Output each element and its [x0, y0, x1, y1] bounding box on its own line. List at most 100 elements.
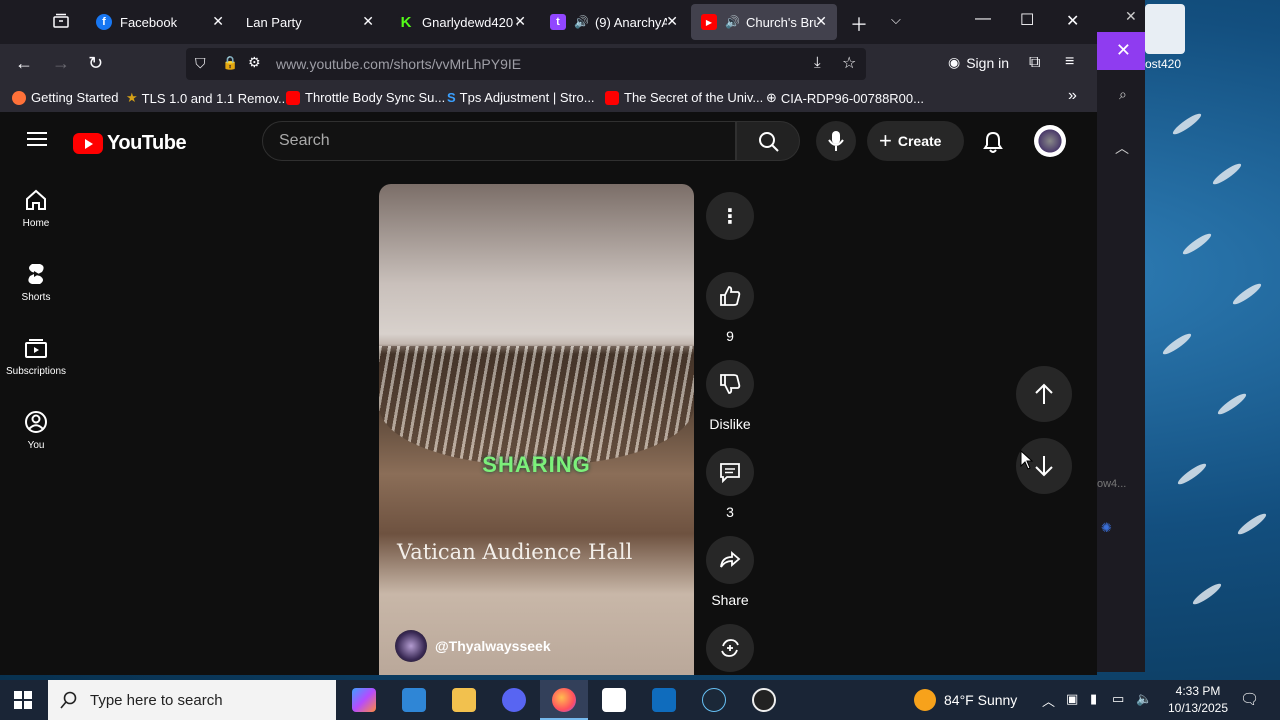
more-bookmarks-icon[interactable]: »	[1068, 87, 1077, 105]
twitch-icon: t	[550, 14, 566, 30]
list-tabs-icon[interactable]: ⌵	[891, 12, 901, 28]
close-tab-icon[interactable]: ✕	[362, 13, 374, 30]
bookmark-label: Getting Started	[31, 90, 119, 105]
dislike-button[interactable]: Dislike	[706, 360, 754, 432]
desktop-shortcut-icon[interactable]	[1145, 4, 1185, 54]
taskbar-search[interactable]	[48, 680, 336, 720]
more-actions-button[interactable]: ⋮	[706, 192, 754, 240]
sidebar-item-shorts[interactable]: Shorts	[0, 262, 72, 303]
bookmark-throttle[interactable]: Throttle Body Sync Su...	[286, 90, 445, 105]
clock[interactable]: 4:33 PM 10/13/2025	[1162, 684, 1234, 715]
sidebar-item-subscriptions[interactable]: Subscriptions	[0, 336, 72, 377]
shield-icon[interactable]: ⛉	[195, 55, 206, 72]
search-box	[262, 121, 736, 161]
network-icon[interactable]: ▭	[1112, 691, 1124, 707]
taskbar-search-input[interactable]	[90, 691, 289, 709]
create-button[interactable]: + Create	[867, 121, 964, 161]
extensions-icon[interactable]: ⧉	[1029, 54, 1040, 72]
search-input[interactable]	[263, 122, 735, 160]
arrow-down-icon	[1035, 456, 1053, 477]
menu-icon[interactable]: ≡	[1065, 53, 1074, 71]
forward-icon[interactable]: →	[52, 53, 70, 74]
facebook-icon: f	[96, 14, 112, 30]
sidebar-item-you[interactable]: You	[0, 410, 72, 451]
channel-link[interactable]: @Thyalwaysseek	[395, 630, 551, 662]
firefox-window: f Facebook ✕ Lan Party ✕ K Gnarlydewd420…	[0, 0, 1097, 675]
steam-icon[interactable]	[702, 688, 726, 712]
tab-youtube-active[interactable]: ▶ 🔊 Church's Brut ✕	[691, 4, 837, 40]
tab-lan-party[interactable]: Lan Party ✕	[236, 4, 384, 40]
guide-menu-icon[interactable]	[27, 130, 47, 153]
sidebar-item-home[interactable]: Home	[0, 188, 72, 229]
comments-button[interactable]: 3	[706, 448, 754, 520]
youtube-logo[interactable]: YouTube	[73, 132, 187, 155]
speaker-icon[interactable]: 🔊	[574, 15, 589, 29]
close-tab-icon[interactable]: ✕	[212, 13, 224, 30]
voice-search-button[interactable]	[816, 121, 856, 161]
notifications-icon[interactable]: 🗨	[1240, 690, 1259, 708]
minimize-icon[interactable]: —	[975, 10, 991, 28]
fish-shape	[1215, 390, 1249, 418]
side-close-button[interactable]: ✕	[1097, 32, 1145, 70]
reload-icon[interactable]: ↻	[88, 53, 103, 74]
permissions-icon[interactable]: ⚙	[248, 54, 261, 71]
tab-kick[interactable]: K Gnarlydewd420 S ✕	[388, 4, 536, 40]
new-tab-icon[interactable]: ＋	[850, 11, 868, 37]
close-tab-icon[interactable]: ✕	[514, 13, 526, 30]
firefox-taskbar-button[interactable]	[540, 680, 588, 720]
chevron-up-icon[interactable]: ︿	[1115, 138, 1129, 158]
file-explorer-icon[interactable]	[452, 688, 476, 712]
close-icon[interactable]: ✕	[1125, 8, 1137, 25]
like-count: 9	[726, 328, 734, 344]
back-icon[interactable]: ←	[15, 53, 33, 74]
microsoft-store-icon[interactable]	[602, 688, 626, 712]
avatar[interactable]	[1034, 125, 1066, 157]
chevron-up-icon[interactable]: ︿	[1042, 691, 1055, 710]
close-tab-icon[interactable]: ✕	[666, 13, 678, 30]
windows-start-icon[interactable]	[14, 691, 32, 714]
previous-short-button[interactable]	[1016, 366, 1072, 422]
tab-twitch[interactable]: t 🔊 (9) AnarchyA ✕	[540, 4, 688, 40]
channel-avatar[interactable]	[395, 630, 427, 662]
usb-icon[interactable]: ▮	[1090, 691, 1097, 707]
copilot-icon[interactable]	[352, 688, 376, 712]
remix-button[interactable]	[706, 624, 754, 672]
lock-icon[interactable]: 🔒	[222, 55, 238, 71]
url-text[interactable]: www.youtube.com/shorts/vvMrLhPY9IE	[276, 56, 521, 72]
bookmark-getting-started[interactable]: Getting Started	[12, 90, 118, 105]
search-icon[interactable]: ⌕	[1119, 86, 1127, 103]
tab-facebook[interactable]: f Facebook ✕	[86, 4, 234, 40]
search-button[interactable]	[736, 121, 800, 161]
bookmark-secret[interactable]: The Secret of the Univ...	[605, 90, 763, 105]
tab-title: (9) AnarchyA	[594, 14, 667, 30]
app-icon[interactable]	[752, 688, 776, 712]
sign-in-button[interactable]: ◉ Sign in	[948, 54, 1009, 71]
bookmark-tls[interactable]: ★ TLS 1.0 and 1.1 Remov...	[126, 90, 289, 106]
close-window-icon[interactable]: ✕	[1066, 11, 1079, 31]
bookmark-tps[interactable]: S Tps Adjustment | Stro...	[447, 90, 595, 105]
youtube-icon	[605, 90, 619, 105]
discord-icon[interactable]	[502, 688, 526, 712]
close-tab-icon[interactable]: ✕	[815, 13, 827, 30]
background-window[interactable]: ✕ ⌕ ︿ ow4... ✺	[1097, 0, 1145, 672]
channel-name[interactable]: @Thyalwaysseek	[435, 638, 551, 654]
bookmark-star-icon[interactable]: ☆	[842, 53, 856, 73]
tab-title: Church's Brut	[745, 14, 818, 30]
meet-now-icon[interactable]: ▣	[1066, 691, 1078, 707]
volume-icon[interactable]: 🔈	[1136, 691, 1152, 707]
like-button[interactable]: 9	[706, 272, 754, 344]
address-bar[interactable]: ⛉ 🔒 ⚙ www.youtube.com/shorts/vvMrLhPY9IE…	[186, 48, 866, 80]
maximize-icon[interactable]: ☐	[1020, 10, 1034, 30]
shorts-video-player[interactable]: SHARING Vatican Audience Hall @Thyalways…	[379, 184, 694, 675]
bookmark-cia[interactable]: ⊕ CIA-RDP96-00788R00...	[766, 90, 924, 106]
tab-overview-icon[interactable]	[52, 12, 70, 35]
outlook-icon[interactable]	[652, 688, 676, 712]
speaker-icon[interactable]: 🔊	[725, 15, 740, 29]
remix-icon	[721, 639, 739, 657]
share-button[interactable]: Share	[706, 536, 754, 608]
weather-text[interactable]: 84°F Sunny	[944, 692, 1017, 708]
bookmark-label: Throttle Body Sync Su...	[305, 90, 446, 105]
download-icon[interactable]: ⤓	[814, 54, 821, 71]
pc-manager-icon[interactable]	[402, 688, 426, 712]
notifications-icon[interactable]	[982, 130, 1004, 159]
